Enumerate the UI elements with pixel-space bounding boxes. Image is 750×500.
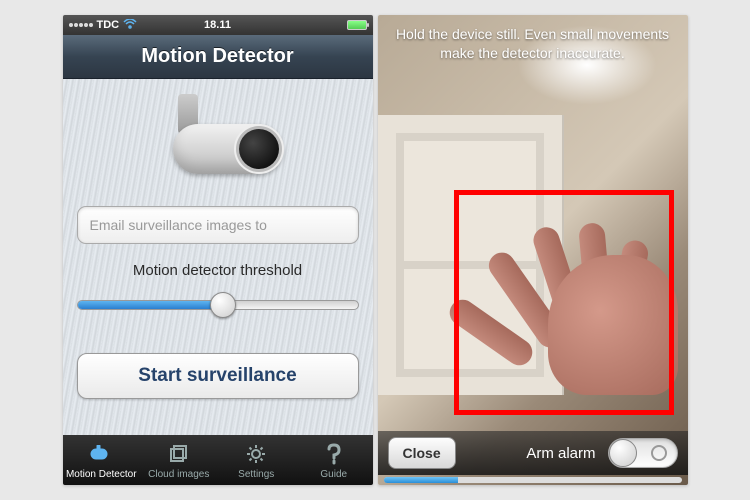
status-bar: TDC 18.11 bbox=[63, 15, 373, 35]
start-surveillance-button[interactable]: Start surveillance bbox=[77, 353, 359, 399]
tab-cloud-images[interactable]: Cloud images bbox=[140, 435, 218, 485]
threshold-slider[interactable] bbox=[77, 291, 359, 319]
bottom-toolbar: Close Arm alarm bbox=[378, 431, 688, 475]
tab-label: Cloud images bbox=[148, 469, 209, 480]
toggle-off-indicator bbox=[651, 445, 667, 461]
arm-alarm-label: Arm alarm bbox=[526, 445, 595, 462]
signal-icon bbox=[69, 23, 93, 27]
tab-label: Settings bbox=[238, 469, 274, 480]
close-button[interactable]: Close bbox=[388, 437, 456, 469]
tab-label: Guide bbox=[320, 469, 347, 480]
battery-icon bbox=[347, 20, 367, 30]
tab-label: Motion Detector bbox=[66, 469, 137, 480]
gear-icon bbox=[243, 441, 269, 467]
loading-progress bbox=[384, 477, 682, 483]
stack-icon bbox=[166, 441, 192, 467]
camera-feed: Hold the device still. Even small moveme… bbox=[378, 15, 688, 485]
camera-illustration bbox=[148, 94, 288, 184]
page-title: Motion Detector bbox=[141, 45, 293, 68]
main-content: Motion detector threshold Start surveill… bbox=[63, 79, 373, 435]
config-screen: TDC 18.11 Motion Detector Motion detecto… bbox=[63, 15, 373, 485]
surveillance-screen: Hold the device still. Even small moveme… bbox=[378, 15, 688, 485]
camera-icon bbox=[88, 441, 114, 467]
carrier-label: TDC bbox=[97, 19, 120, 31]
tab-motion-detector[interactable]: Motion Detector bbox=[63, 435, 141, 485]
threshold-label: Motion detector threshold bbox=[77, 262, 359, 279]
motion-detection-box bbox=[454, 190, 674, 415]
clock-label: 18.11 bbox=[204, 19, 231, 31]
arm-alarm-toggle[interactable] bbox=[608, 438, 678, 468]
tab-bar: Motion Detector Cloud images Settings Gu… bbox=[63, 435, 373, 485]
question-icon bbox=[321, 441, 347, 467]
toggle-knob[interactable] bbox=[609, 439, 637, 467]
slider-thumb[interactable] bbox=[210, 292, 236, 318]
tab-guide[interactable]: Guide bbox=[295, 435, 373, 485]
status-right-cluster bbox=[347, 20, 367, 30]
tab-settings[interactable]: Settings bbox=[218, 435, 296, 485]
wifi-icon bbox=[123, 19, 137, 32]
status-left-cluster: TDC bbox=[69, 19, 138, 32]
email-field[interactable] bbox=[77, 206, 359, 244]
instruction-text: Hold the device still. Even small moveme… bbox=[378, 25, 688, 63]
nav-bar: Motion Detector bbox=[63, 35, 373, 79]
